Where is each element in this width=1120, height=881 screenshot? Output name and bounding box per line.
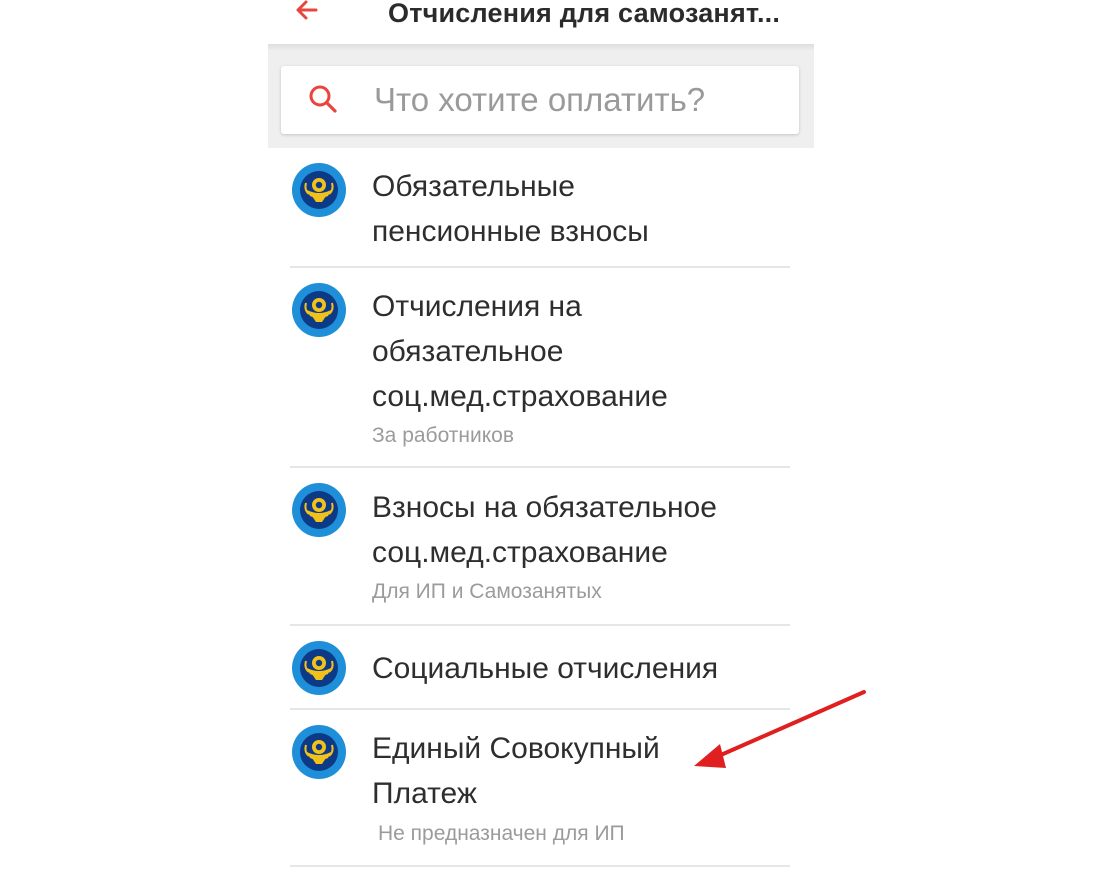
page-title: Отчисления для самозанят... <box>388 0 781 28</box>
search-icon <box>309 85 337 113</box>
screen: Отчисления для самозанят... Обязательные… <box>0 0 1120 881</box>
list-item-title: Социальные отчисления <box>372 652 719 685</box>
list-item-subtitle: Для ИП и Самозанятых <box>372 580 602 603</box>
list-item-social-contributions[interactable]: Социальные отчисления <box>290 626 790 708</box>
back-button[interactable] <box>290 0 330 30</box>
list-item-pension-contributions[interactable]: Обязательные пенсионные взносы <box>290 160 790 264</box>
state-emblem-icon <box>292 163 346 217</box>
list-item-title: Единый Совокупный Платеж <box>372 732 660 810</box>
arrow-left-icon <box>296 0 318 20</box>
state-emblem-icon <box>292 725 346 779</box>
list-item-title: Обязательные пенсионные взносы <box>372 170 649 248</box>
list-item-unified-aggregate-payment[interactable]: Единый Совокупный Платеж Не предназначен… <box>290 710 790 864</box>
search-input[interactable] <box>374 78 784 122</box>
state-emblem-icon <box>292 483 346 537</box>
list-item-subtitle: За работников <box>372 424 515 447</box>
state-emblem-icon <box>292 641 346 695</box>
state-emblem-icon <box>292 283 346 337</box>
list-item-subtitle: Не предназначен для ИП <box>378 822 625 845</box>
divider <box>290 865 790 867</box>
list-item-social-medical-insurance-employees[interactable]: Отчисления на обязательное соц.мед.страх… <box>290 268 790 466</box>
list-item-title: Взносы на обязательное соц.мед.страхован… <box>372 491 717 569</box>
list-item-title: Отчисления на обязательное соц.мед.страх… <box>372 290 668 413</box>
list-item-social-medical-insurance-self-employed[interactable]: Взносы на обязательное соц.мед.страхован… <box>290 468 790 624</box>
